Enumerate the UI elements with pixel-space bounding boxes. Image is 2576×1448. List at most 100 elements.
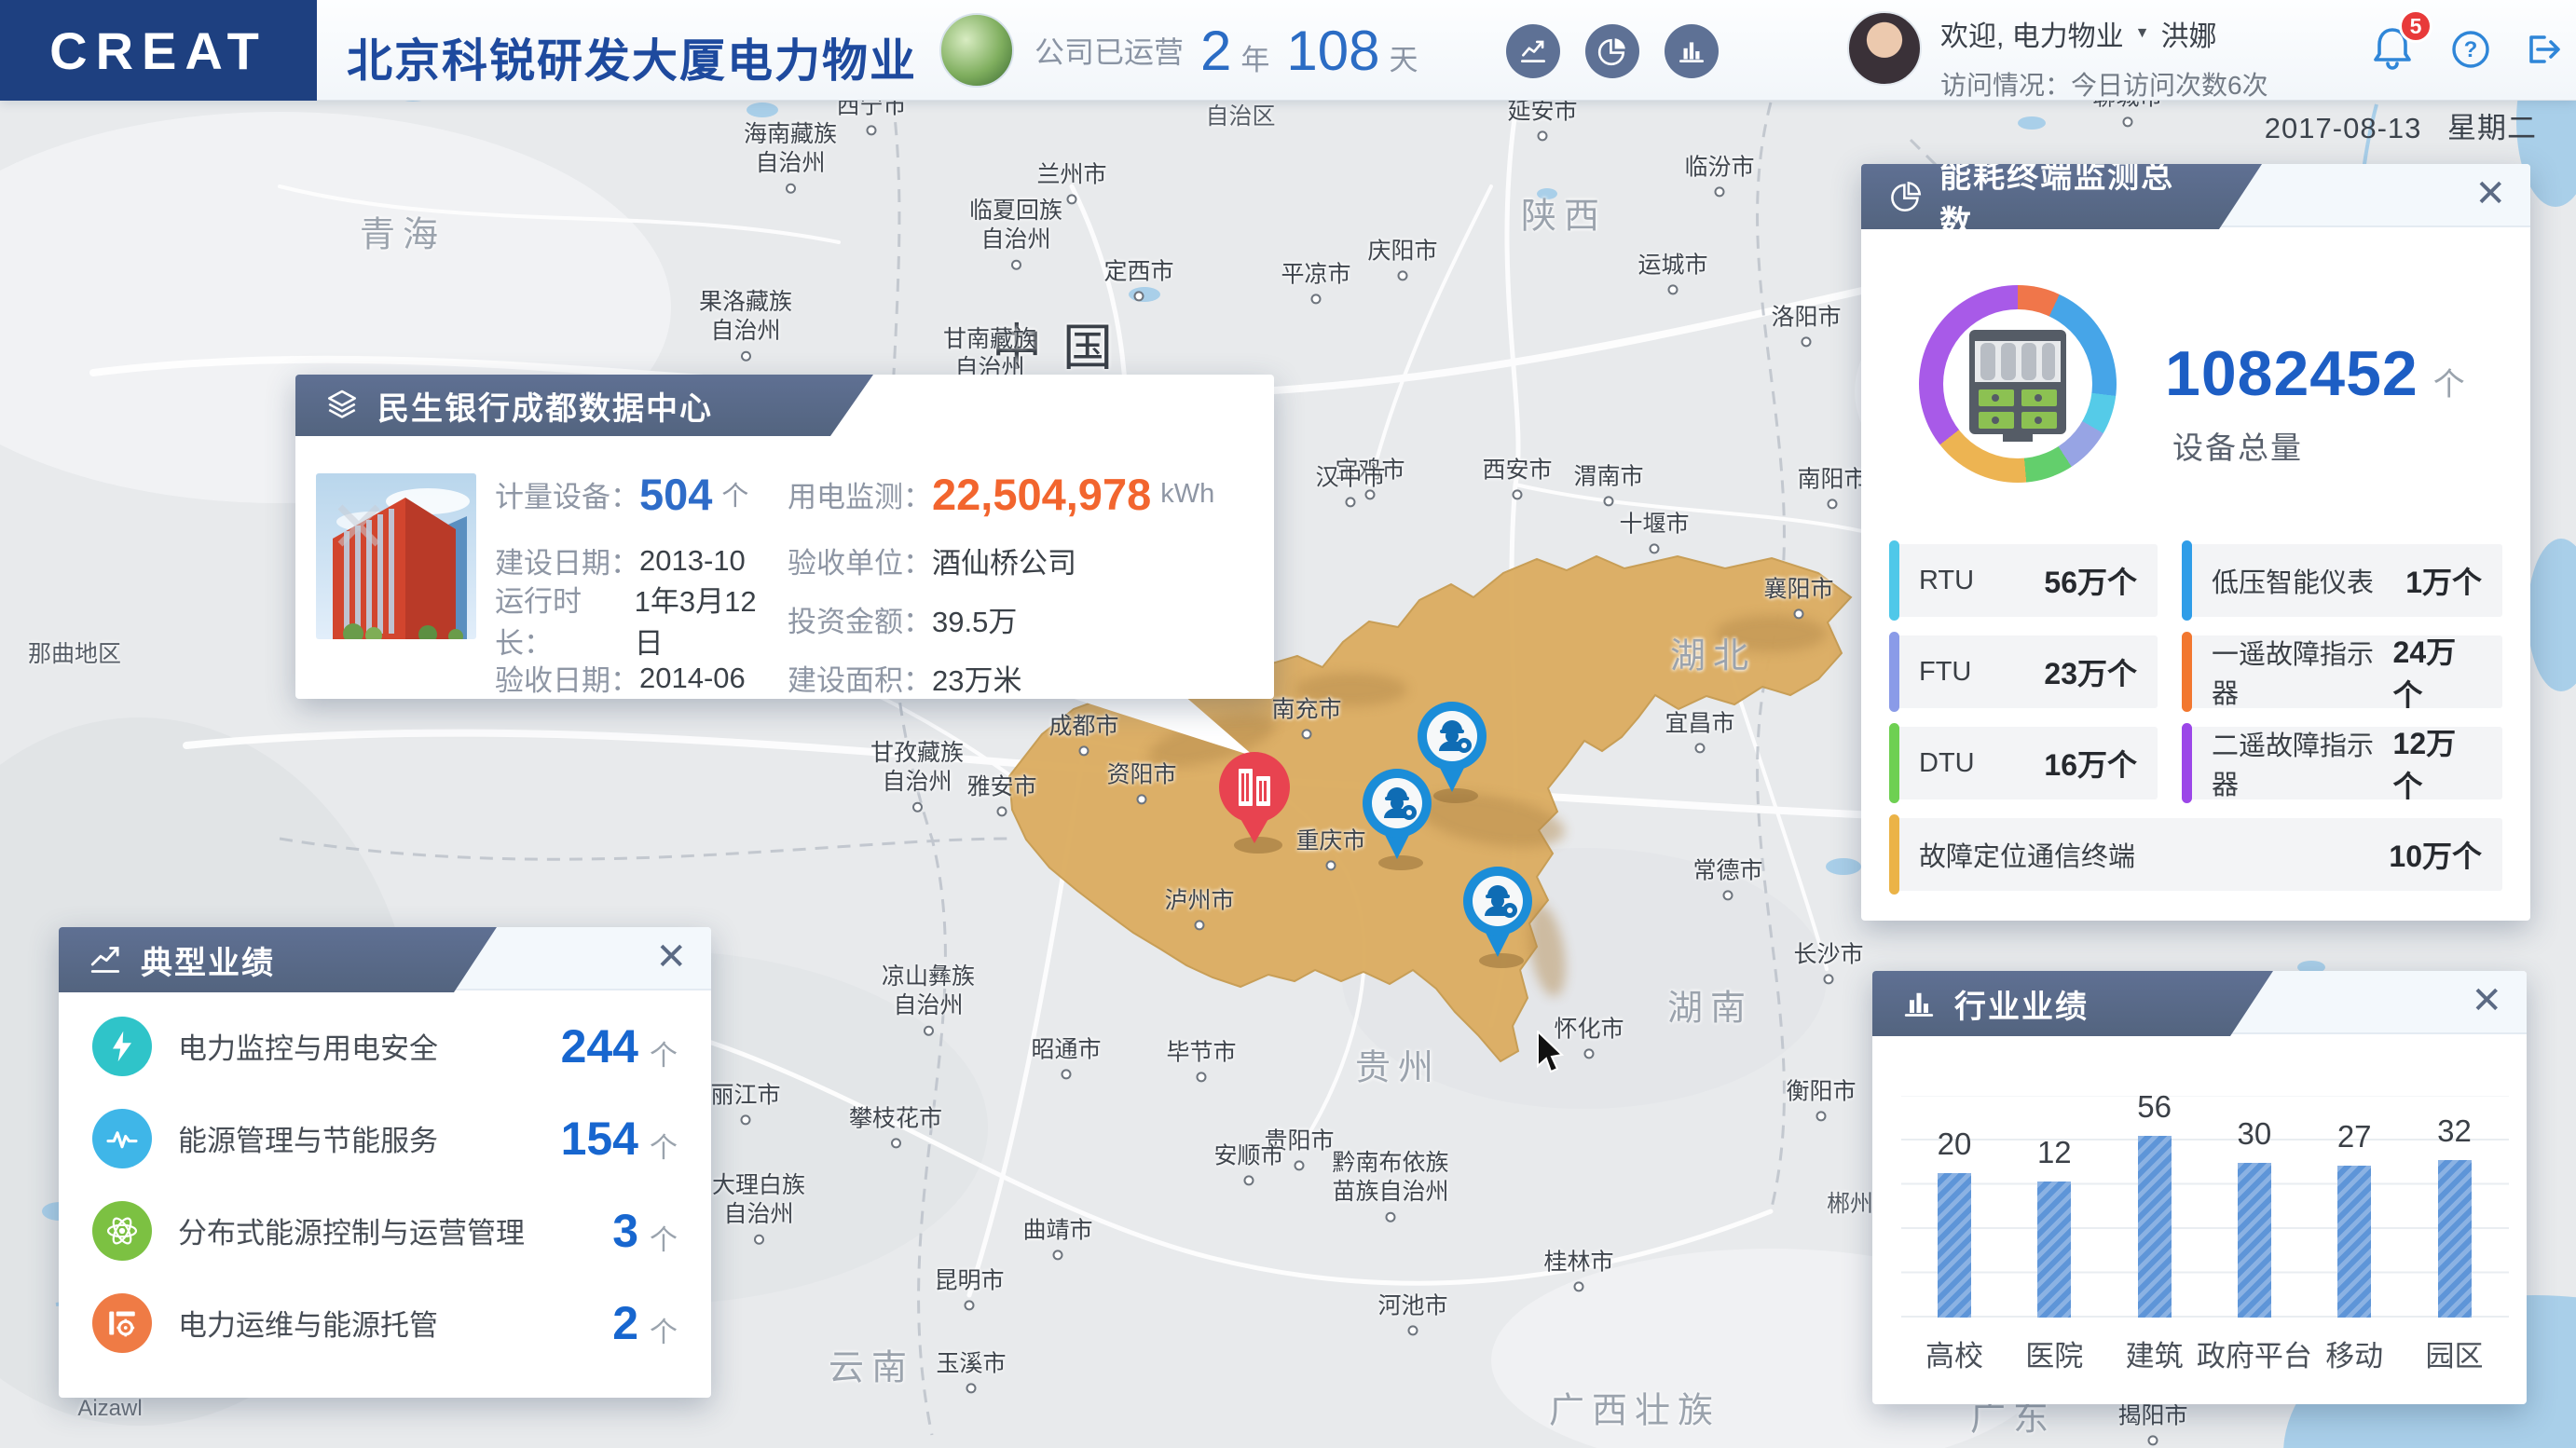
- help-button[interactable]: ?: [2451, 30, 2490, 74]
- typical-performance-panel: 典型业绩 ✕ 电力监控与用电安全 244 个能源管理与节能服务 154 个分布式能源控制…: [59, 927, 711, 1398]
- user-info: 欢迎, 电力物业 ▼ 洪娜 访问情况：今日访问次数6次: [1940, 13, 2268, 102]
- logo: CREAT: [0, 0, 317, 101]
- color-bar: [1889, 540, 1899, 621]
- performance-item-unit: 个: [650, 1040, 678, 1072]
- user-avatar[interactable]: [1847, 11, 1922, 86]
- energy-item: 故障定位通信终端 10万个: [1889, 814, 2502, 895]
- popup-fields: 计量设备： 504 个用电监测： 22,504,978 kWh 建设日期： 2013-10 验…: [495, 457, 1259, 707]
- industry-bar-chart: 20 12 56 30 27 32: [1901, 1089, 2509, 1318]
- field-value: 2013-10: [639, 543, 746, 577]
- bar: [2337, 1166, 2372, 1318]
- device-total-unit: 个: [2432, 367, 2465, 403]
- bar-value-label: 12: [2036, 1135, 2072, 1169]
- performance-item-unit: 个: [650, 1317, 678, 1348]
- performance-item-unit: 个: [650, 1132, 678, 1164]
- performance-panel-title: 典型业绩: [141, 945, 275, 981]
- energy-panel-title: 能耗终端监测总数: [1939, 159, 2175, 240]
- performance-item: 电力运维与能源托管 2 个: [59, 1277, 711, 1369]
- operation-days: 108: [1286, 19, 1380, 82]
- user-name[interactable]: 洪娜: [2161, 13, 2217, 54]
- popup-header: 民生银行成都数据中心: [295, 375, 873, 436]
- user-greeting: 欢迎, 电力物业: [1940, 21, 2124, 52]
- bar-value-label: 30: [2237, 1116, 2272, 1151]
- energy-item: RTU 56万个: [1889, 540, 2158, 621]
- energy-item: 二遥故障指示器 12万个: [2182, 723, 2502, 803]
- performance-item-value: 3: [612, 1204, 638, 1257]
- pie-chart-button[interactable]: [1585, 24, 1639, 78]
- chevron-down-icon[interactable]: ▼: [2135, 25, 2150, 42]
- question-icon: ?: [2452, 31, 2489, 68]
- pie-chart-icon: [1597, 38, 1625, 66]
- popup-field: 投资金额： 39.5万: [788, 598, 1259, 640]
- energy-item-label: FTU: [1919, 656, 1972, 687]
- operation-days-unit: 天: [1389, 43, 1418, 76]
- bar: [2037, 1182, 2072, 1318]
- mouse-cursor: [1537, 1031, 1565, 1073]
- field-label: 建设面积：: [788, 664, 932, 697]
- bar-chart-icon: [1900, 985, 1938, 1022]
- layers-icon: [323, 387, 361, 424]
- popup-field: 建设日期： 2013-10: [495, 540, 780, 581]
- atom-icon: [92, 1200, 152, 1261]
- energy-item-label: 一遥故障指示器: [2212, 640, 2375, 709]
- field-value: 酒仙桥公司: [932, 547, 1076, 580]
- color-bar: [1889, 632, 1899, 712]
- field-value: 39.5万: [932, 606, 1018, 638]
- color-bar: [2182, 632, 2192, 712]
- bar-value-label: 20: [1937, 1127, 1972, 1161]
- bar-category-label: 园区: [2425, 1340, 2484, 1373]
- energy-item: 一遥故障指示器 24万个: [2182, 632, 2502, 712]
- bar: [2237, 1163, 2271, 1318]
- energy-item-value: 24万个: [2392, 635, 2457, 712]
- performance-panel-header: 典型业绩: [59, 927, 497, 992]
- energy-item-label: DTU: [1919, 747, 1975, 778]
- color-bar: [1889, 814, 1899, 895]
- field-label: 用电监测：: [788, 480, 932, 513]
- operation-summary: 公司已运营 2 年 108 天: [939, 13, 1418, 88]
- performance-items: 电力监控与用电安全 244 个能源管理与节能服务 154 个分布式能源控制与运营管理 3 个…: [59, 1000, 711, 1369]
- bar-chart-icon: [1679, 42, 1705, 62]
- performance-item-label: 分布式能源控制与运营管理: [178, 1217, 525, 1250]
- bar-value-label: 32: [2437, 1113, 2472, 1148]
- field-label: 验收日期：: [495, 664, 639, 697]
- date-text: 2017-08-13: [2264, 112, 2422, 144]
- close-button[interactable]: ✕: [655, 938, 687, 976]
- field-unit: 个: [721, 482, 749, 512]
- performance-item-label: 能源管理与节能服务: [178, 1125, 438, 1157]
- device-total-label: 设备总量: [2172, 430, 2303, 465]
- close-button[interactable]: ✕: [2471, 982, 2502, 1019]
- color-bar: [2182, 723, 2192, 803]
- line-chart-button[interactable]: [1506, 24, 1560, 78]
- top-header: CREAT 北京科锐研发大厦电力物业 公司已运营 2 年 108 天 欢迎, 电…: [0, 0, 2576, 101]
- device-total-value: 1082452: [2165, 338, 2418, 409]
- close-button[interactable]: ✕: [2474, 175, 2506, 212]
- popup-field: 计量设备： 504 个: [495, 469, 780, 520]
- energy-item: 低压智能仪表 1万个: [2182, 540, 2502, 621]
- company-avatar: [939, 13, 1014, 88]
- field-value: 504: [639, 469, 713, 519]
- field-label: 运行时长：: [495, 584, 582, 660]
- energy-panel-header: 能耗终端监测总数: [1861, 164, 2262, 229]
- pie-chart-icon: [1889, 178, 1923, 215]
- field-label: 计量设备：: [495, 480, 639, 513]
- weekday-text: 星期二: [2447, 112, 2537, 144]
- energy-item-value: 12万个: [2392, 727, 2457, 803]
- performance-item-unit: 个: [650, 1224, 678, 1256]
- logout-icon: [2529, 35, 2560, 63]
- dashboard: 中国 青海 陕西 湖北 湖南 贵州 云南 广西壮族 广东 西宁市 海南藏族 自治州 果洛藏族 自治州甘…: [0, 0, 2576, 1448]
- field-label: 验收单位：: [788, 547, 932, 580]
- tools-icon: [92, 1292, 152, 1353]
- energy-item: FTU 23万个: [1889, 632, 2158, 712]
- bar-chart-button[interactable]: [1665, 24, 1719, 78]
- popup-field: 运行时长： 1年3月12日: [495, 578, 780, 662]
- notification-badge: 5: [2399, 9, 2432, 43]
- energy-item-value: 16万个: [2044, 748, 2137, 782]
- performance-item-value: 154: [560, 1112, 638, 1165]
- notification-button[interactable]: 5: [2371, 9, 2432, 76]
- popup-field: 验收单位： 酒仙桥公司: [788, 540, 1259, 581]
- logout-button[interactable]: [2522, 30, 2563, 74]
- industry-panel-header: 行业业绩: [1872, 971, 2273, 1036]
- device-donut-chart: [1919, 285, 2117, 483]
- color-bar: [2182, 540, 2192, 621]
- industry-panel-title: 行业业绩: [1954, 989, 2089, 1025]
